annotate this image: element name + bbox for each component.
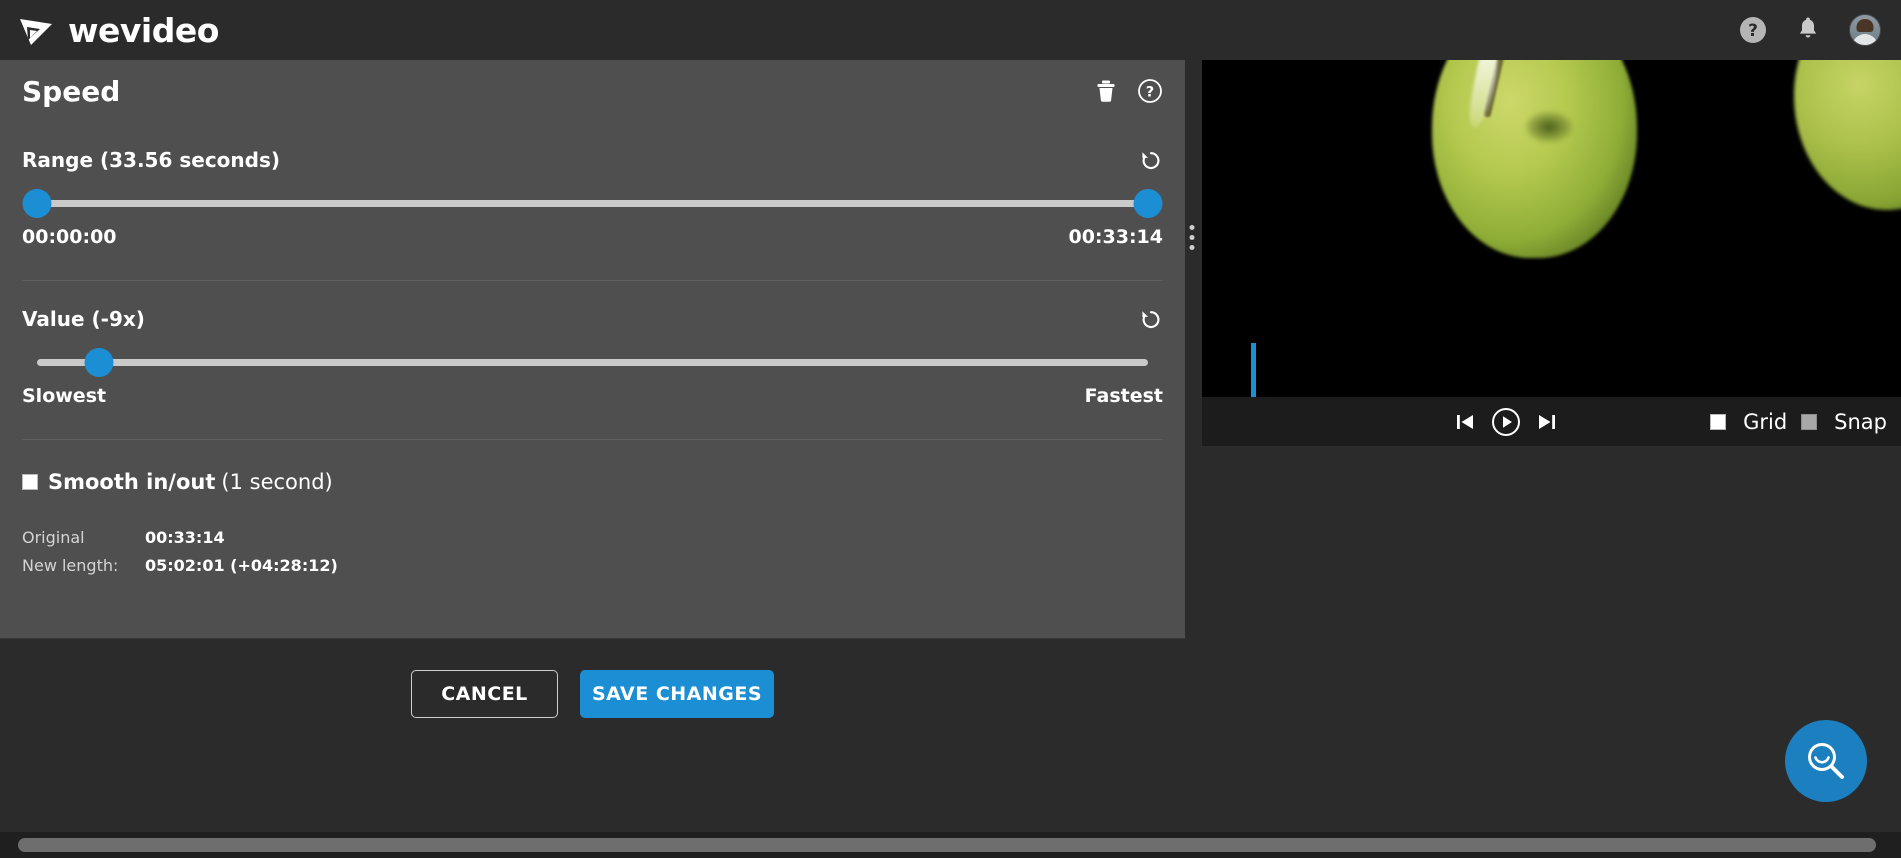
top-bar-actions: ?: [1739, 14, 1881, 46]
range-start-time: 00:00:00: [22, 226, 117, 248]
original-length-value: 00:33:14: [145, 528, 225, 547]
horizontal-scrollbar[interactable]: [0, 832, 1901, 858]
value-label: Value (-9x): [22, 307, 145, 331]
value-slider[interactable]: [22, 345, 1163, 379]
range-label: Range (33.56 seconds): [22, 148, 280, 172]
play-circle-icon[interactable]: [1491, 407, 1521, 437]
drag-handle-dot: [1190, 245, 1195, 250]
transport-bar: Grid Snap: [1202, 397, 1901, 446]
page-title: Speed: [22, 75, 120, 108]
user-avatar[interactable]: [1849, 14, 1881, 46]
help-circle-icon[interactable]: ?: [1739, 16, 1767, 44]
range-end-time: 00:33:14: [1068, 226, 1163, 248]
range-slider[interactable]: [22, 186, 1163, 220]
panel-footer: CANCEL SAVE CHANGES: [0, 638, 1185, 748]
panel-bottom-strip: [0, 748, 1185, 832]
wevideo-play-mark: [18, 13, 58, 47]
value-slider-track[interactable]: [37, 359, 1148, 366]
smooth-section: Smooth in/out (1 second) Original 00:33:…: [0, 470, 1185, 575]
value-extent-labels: Slowest Fastest: [22, 385, 1163, 407]
video-preview[interactable]: [1202, 60, 1901, 397]
snap-toggle[interactable]: Snap: [1801, 410, 1887, 434]
drag-handle-dot: [1190, 235, 1195, 240]
trash-icon[interactable]: [1093, 78, 1119, 104]
value-reset-icon[interactable]: [1139, 307, 1163, 331]
transport-controls: [1453, 407, 1559, 437]
horizontal-scrollbar-thumb[interactable]: [18, 838, 1876, 852]
range-slider-track[interactable]: [37, 200, 1148, 207]
snap-label: Snap: [1834, 410, 1887, 434]
timeline-area[interactable]: [1202, 446, 1901, 858]
panel-header: Speed ?: [0, 60, 1185, 122]
smooth-in-out-checkbox[interactable]: [22, 474, 38, 490]
bell-icon[interactable]: [1794, 16, 1822, 44]
skip-forward-icon[interactable]: [1535, 410, 1559, 434]
range-slider-start-thumb[interactable]: [23, 189, 52, 218]
brand-name: wevideo: [68, 11, 219, 50]
svg-text:?: ?: [1748, 21, 1758, 41]
preview-apple-right: [1794, 60, 1901, 210]
playhead-marker[interactable]: [1251, 343, 1256, 397]
brand-logo[interactable]: wevideo: [18, 0, 219, 60]
smooth-in-out-label: Smooth in/out: [48, 470, 215, 494]
save-changes-button[interactable]: SAVE CHANGES: [580, 670, 774, 718]
value-section: Value (-9x) Slowest Fastest: [0, 307, 1185, 407]
value-min-label: Slowest: [22, 385, 106, 407]
smooth-in-out-row[interactable]: Smooth in/out (1 second): [22, 470, 1163, 494]
preview-region: Grid Snap: [1199, 60, 1901, 858]
range-time-labels: 00:00:00 00:33:14: [22, 226, 1163, 248]
range-section: Range (33.56 seconds) 00:00:00 00:33:14: [0, 148, 1185, 248]
skip-back-icon[interactable]: [1453, 410, 1477, 434]
value-header: Value (-9x): [22, 307, 1163, 331]
snap-checkbox[interactable]: [1801, 414, 1817, 430]
magnifier-icon: [1803, 738, 1849, 784]
panel-resize-divider[interactable]: [1185, 60, 1199, 748]
value-max-label: Fastest: [1085, 385, 1163, 407]
svg-text:?: ?: [1146, 85, 1154, 101]
top-bar: wevideo ?: [0, 0, 1901, 60]
preview-apple-left: [1432, 60, 1637, 258]
panel-help-circle-icon[interactable]: ?: [1137, 78, 1163, 104]
preview-toggles: Grid Snap: [1710, 410, 1887, 434]
new-length-key: New length:: [22, 556, 145, 575]
original-length-key: Original: [22, 528, 145, 547]
section-divider-1: [22, 280, 1163, 281]
new-length-row: New length: 05:02:01 (+04:28:12): [22, 556, 1163, 575]
grid-label: Grid: [1743, 410, 1787, 434]
range-reset-icon[interactable]: [1139, 148, 1163, 172]
speed-panel: Speed ? Range (33.56 seconds): [0, 60, 1185, 748]
range-header: Range (33.56 seconds): [22, 148, 1163, 172]
zoom-fab-button[interactable]: [1785, 720, 1867, 802]
range-slider-end-thumb[interactable]: [1134, 189, 1163, 218]
value-slider-thumb[interactable]: [85, 348, 114, 377]
cancel-button[interactable]: CANCEL: [411, 670, 558, 718]
drag-handle-icon[interactable]: [1190, 225, 1195, 250]
new-length-value: 05:02:01 (+04:28:12): [145, 556, 338, 575]
smooth-in-out-duration: (1 second): [221, 470, 332, 494]
section-divider-2: [22, 439, 1163, 440]
original-length-row: Original 00:33:14: [22, 528, 1163, 547]
length-summary: Original 00:33:14 New length: 05:02:01 (…: [22, 528, 1163, 575]
panel-header-actions: ?: [1093, 78, 1163, 104]
drag-handle-dot: [1190, 225, 1195, 230]
grid-checkbox[interactable]: [1710, 414, 1726, 430]
grid-toggle[interactable]: Grid: [1710, 410, 1787, 434]
